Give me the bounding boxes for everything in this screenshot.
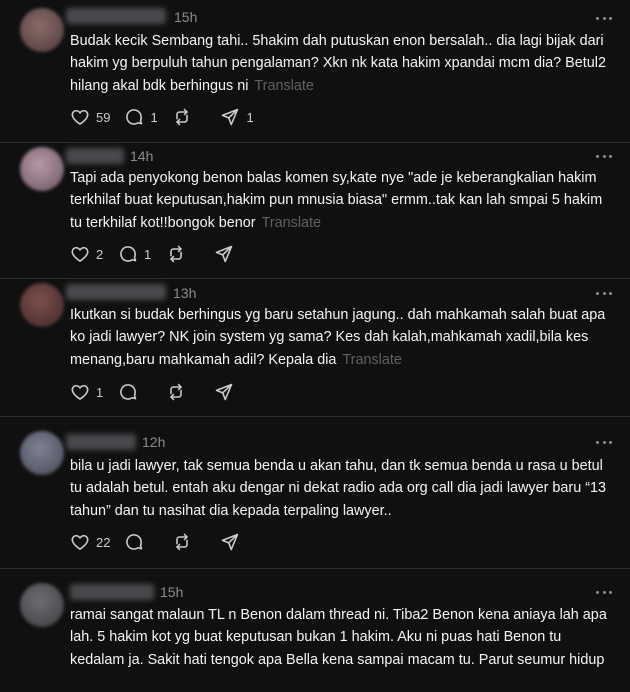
comment-icon	[126, 534, 143, 550]
like-button[interactable]: 22	[70, 532, 110, 552]
share-icon	[222, 108, 239, 126]
heart-icon	[71, 384, 89, 400]
avatar[interactable]	[20, 431, 64, 475]
post-text: Ikutkan si budak berhingus yg baru setah…	[70, 304, 618, 371]
username-blurred[interactable]	[66, 148, 124, 164]
share-button[interactable]	[220, 532, 254, 552]
post-actions: 22	[70, 532, 268, 552]
like-count: 2	[96, 246, 104, 262]
post-time: 14h	[130, 148, 154, 164]
repost-icon	[170, 383, 182, 401]
post-text: ramai sangat malaun TL n Benon dalam thr…	[70, 604, 618, 671]
reply-button[interactable]: 1	[124, 107, 158, 127]
heart-icon	[71, 246, 89, 262]
avatar[interactable]	[20, 147, 64, 191]
post-text: bila u jadi lawyer, tak semua benda u ak…	[70, 455, 618, 522]
post-body: bila u jadi lawyer, tak semua benda u ak…	[70, 458, 607, 519]
post-actions: 1	[70, 382, 262, 402]
post-body: Tapi ada penyokong benon balas komen sy,…	[70, 170, 603, 231]
comment-icon	[120, 246, 137, 262]
post-body: ramai sangat malaun TL n Benon dalam thr…	[70, 607, 607, 668]
avatar[interactable]	[20, 283, 64, 327]
more-icon[interactable]	[596, 15, 612, 21]
like-button[interactable]: 2	[70, 244, 104, 264]
reply-count: 1	[150, 109, 158, 125]
post-text: Budak kecik Sembang tahi.. 5hakim dah pu…	[70, 30, 618, 97]
repost-button[interactable]	[172, 107, 206, 127]
post-time: 13h	[173, 285, 197, 301]
repost-icon	[170, 245, 182, 263]
avatar[interactable]	[20, 8, 64, 52]
comment-icon	[126, 109, 143, 125]
post-time: 12h	[142, 434, 166, 450]
like-count: 59	[96, 109, 111, 125]
post-body: Ikutkan si budak berhingus yg baru setah…	[70, 307, 606, 368]
username-blurred[interactable]	[66, 434, 136, 450]
like-count: 22	[96, 534, 111, 550]
post-time: 15h	[160, 584, 184, 600]
translate-link[interactable]: Translate	[254, 78, 313, 94]
avatar[interactable]	[20, 583, 64, 627]
post-time: 15h	[174, 9, 198, 25]
post-divider	[0, 142, 630, 143]
share-button[interactable]	[214, 244, 248, 264]
username-blurred[interactable]	[70, 584, 154, 600]
repost-button[interactable]	[166, 244, 200, 264]
post-text: Tapi ada penyokong benon balas komen sy,…	[70, 167, 618, 234]
share-icon	[222, 533, 239, 551]
repost-icon	[176, 108, 189, 126]
more-icon[interactable]	[596, 290, 612, 296]
reply-button[interactable]	[124, 532, 158, 552]
like-button[interactable]: 1	[70, 382, 104, 402]
more-icon[interactable]	[596, 439, 612, 445]
post-divider	[0, 278, 630, 279]
post-body: Budak kecik Sembang tahi.. 5hakim dah pu…	[70, 33, 606, 94]
translate-link[interactable]: Translate	[262, 215, 321, 231]
repost-button[interactable]	[172, 532, 206, 552]
username-blurred[interactable]	[66, 284, 166, 300]
share-icon	[215, 245, 233, 263]
repost-button[interactable]	[166, 382, 200, 402]
translate-link[interactable]: Translate	[342, 352, 401, 368]
like-button[interactable]: 59	[70, 107, 110, 127]
heart-icon	[71, 109, 89, 125]
post-divider	[0, 416, 630, 417]
heart-icon	[71, 534, 89, 550]
reply-count: 1	[144, 246, 152, 262]
post-divider	[0, 568, 630, 569]
repost-icon	[176, 533, 189, 551]
share-count: 1	[246, 109, 254, 125]
comment-icon	[120, 384, 137, 400]
more-icon[interactable]	[596, 589, 612, 595]
reply-button[interactable]	[118, 382, 152, 402]
post-actions: 59 1 1	[70, 107, 268, 127]
more-icon[interactable]	[596, 153, 612, 159]
share-icon	[215, 383, 233, 401]
post-actions: 2 1	[70, 244, 262, 264]
like-count: 1	[96, 384, 104, 400]
username-blurred[interactable]	[66, 8, 166, 24]
share-button[interactable]	[214, 382, 248, 402]
share-button[interactable]: 1	[220, 107, 254, 127]
reply-button[interactable]: 1	[118, 244, 152, 264]
